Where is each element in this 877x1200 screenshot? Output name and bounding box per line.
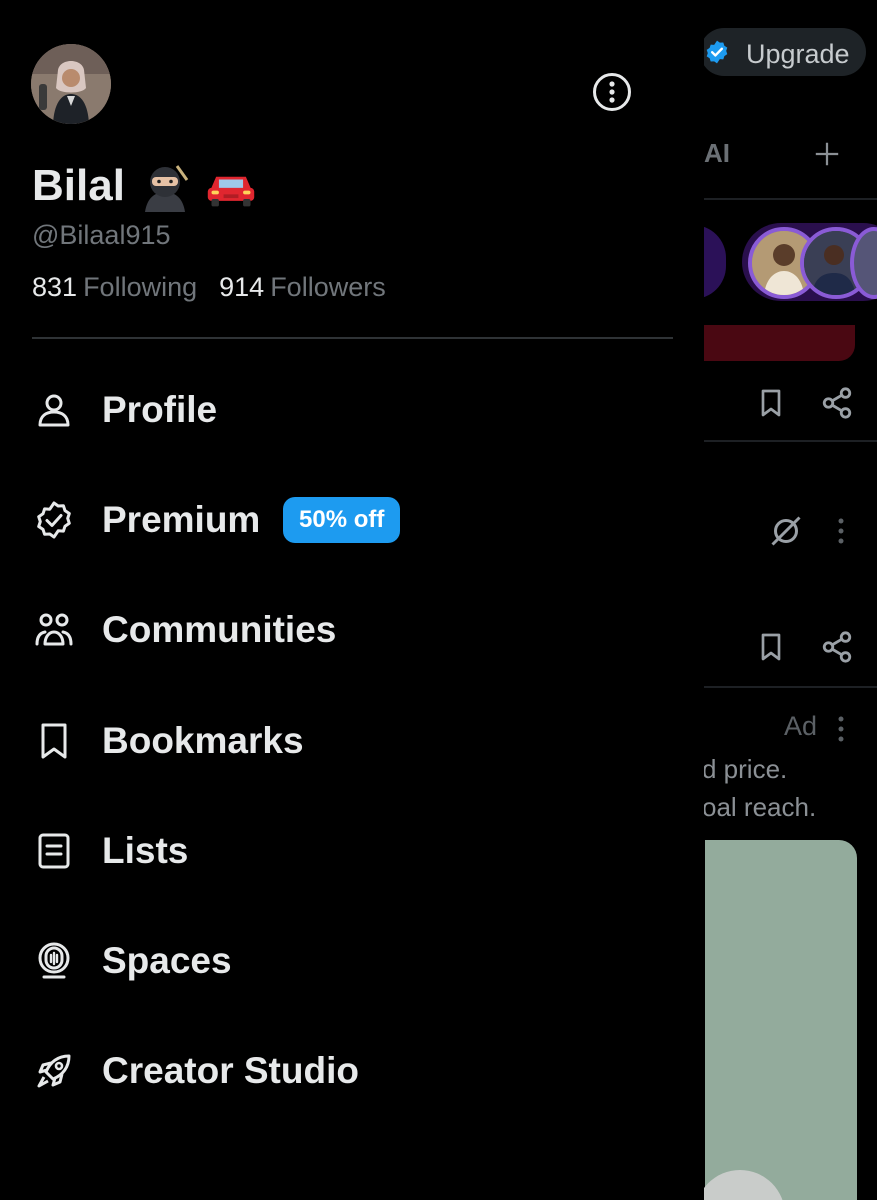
- communities-icon: [35, 613, 73, 646]
- menu-item-label: Bookmarks: [102, 720, 304, 761]
- grok-slash-icon[interactable]: [768, 513, 804, 549]
- bookmark-icon: [41, 723, 67, 759]
- menu-item-label: Profile: [102, 389, 218, 430]
- menu-item-label: Communities: [102, 609, 337, 650]
- more-vertical-icon[interactable]: [836, 714, 846, 744]
- navigation-drawer: Bilal @Bilaal915 831 Following 914 Follo…: [0, 0, 704, 1200]
- verified-icon: [706, 40, 728, 64]
- share-icon[interactable]: [820, 386, 854, 420]
- menu-item-spaces[interactable]: Spaces: [0, 916, 680, 1006]
- menu-item-communities[interactable]: Communities: [0, 585, 680, 675]
- ad-text-line: oal reach.: [702, 792, 817, 822]
- divider: [32, 337, 673, 339]
- avatar[interactable]: [31, 44, 111, 124]
- menu-item-label: Lists: [102, 830, 189, 871]
- media-preview: [700, 325, 855, 361]
- person-icon: [38, 394, 70, 427]
- ad-label: Ad: [784, 711, 818, 741]
- ninja-emoji: [144, 165, 189, 212]
- lists-icon: [38, 833, 70, 869]
- rocket-icon: [37, 1054, 71, 1088]
- share-icon[interactable]: [820, 630, 854, 664]
- upgrade-label: Upgrade: [746, 39, 850, 69]
- menu-item-label: Spaces: [102, 940, 232, 981]
- spaces-preview[interactable]: [742, 223, 877, 301]
- menu-item-profile[interactable]: Profile: [0, 365, 680, 455]
- menu-item-label: Creator Studio: [102, 1050, 359, 1091]
- followers-count[interactable]: 914: [219, 272, 264, 303]
- followers-label[interactable]: Followers: [270, 272, 386, 303]
- red-car-emoji: [207, 176, 255, 207]
- bookmark-icon[interactable]: [755, 630, 787, 664]
- menu-item-label: Premium: [102, 499, 261, 540]
- follow-stats: 831 Following 914 Followers: [32, 272, 386, 303]
- display-name-row[interactable]: Bilal: [32, 160, 257, 212]
- following-count[interactable]: 831: [32, 272, 77, 303]
- divider: [700, 686, 877, 688]
- ad-text-line: d price.: [702, 754, 788, 784]
- spaces-icon: [38, 942, 70, 979]
- menu-item-premium[interactable]: Premium 50% off: [0, 475, 680, 565]
- upgrade-button[interactable]: Upgrade: [700, 28, 866, 76]
- user-handle[interactable]: @Bilaal915: [32, 220, 171, 251]
- display-name: Bilal: [32, 161, 125, 210]
- menu-item-lists[interactable]: Lists: [0, 806, 680, 896]
- background-feed: Upgrade AI Ad d price. oal reach.: [700, 0, 877, 1200]
- more-vertical-icon[interactable]: [836, 516, 846, 546]
- discount-badge: 50% off: [283, 497, 401, 543]
- ad-image[interactable]: [700, 840, 857, 1200]
- more-options-icon[interactable]: [590, 70, 634, 114]
- tab-fragment[interactable]: AI: [704, 138, 730, 169]
- following-label[interactable]: Following: [83, 272, 197, 303]
- plus-icon[interactable]: [813, 140, 841, 168]
- divider: [700, 440, 877, 442]
- verified-badge-icon: [37, 501, 71, 539]
- menu-item-bookmarks[interactable]: Bookmarks: [0, 696, 680, 786]
- bookmark-icon[interactable]: [755, 386, 787, 420]
- divider: [700, 198, 877, 200]
- menu-item-creator-studio[interactable]: Creator Studio: [0, 1026, 680, 1116]
